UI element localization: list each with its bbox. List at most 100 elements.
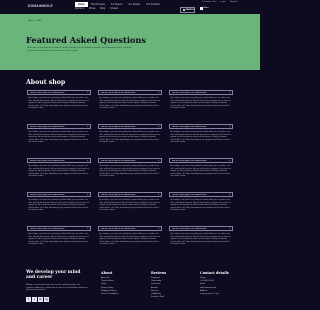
hamburger-icon [200, 7, 203, 10]
subnav-item-blog[interactable]: Blog [100, 8, 105, 10]
faq-answer: By sending us an email, or by visiting t… [170, 97, 231, 110]
footer-description: Making a commitment to give you the fine… [26, 284, 88, 291]
facebook-icon[interactable]: f [26, 297, 31, 302]
faq-answer: By sending us an email, or by visiting t… [28, 97, 89, 110]
plus-icon: + [158, 125, 160, 128]
page-title: Featured Asked Questions [26, 35, 146, 45]
plus-icon: + [87, 159, 89, 162]
footer-column-title: Reviews [151, 271, 167, 275]
faq-answer: By sending us an email, or by visiting t… [99, 165, 160, 178]
footer-title: We develop your mind and career [26, 270, 81, 280]
faq-question: How do I buy a page of the website blank… [171, 159, 208, 162]
faq-question: How do I buy a page of the website blank… [100, 91, 137, 94]
faq-answer: By sending us an email, or by visiting t… [170, 131, 231, 144]
faq-answer: By sending us an email, or by visiting t… [28, 199, 89, 212]
faq-item: How do I buy a page of the website blank… [27, 124, 91, 158]
plus-icon: + [229, 91, 231, 94]
faq-question: How do I buy a page of the website blank… [29, 159, 66, 162]
nav-item-our-portfolio[interactable]: Our Portfolio [143, 2, 162, 7]
faq-item: How do I buy a page of the website blank… [27, 226, 91, 260]
faq-item: How do I buy a page of the website blank… [98, 124, 162, 158]
faq-answer: By sending us an email, or by visiting t… [170, 165, 231, 178]
faq-question: How do I buy a page of the website blank… [171, 91, 208, 94]
faq-question: How do I buy a page of the website blank… [29, 91, 66, 94]
plus-icon: + [229, 227, 231, 230]
faq-answer: By sending us an email, or by visiting t… [28, 165, 89, 178]
plus-icon: + [229, 193, 231, 196]
plus-icon: + [229, 159, 231, 162]
faq-item: How do I buy a page of the website blank… [169, 124, 233, 158]
plus-icon: + [87, 193, 89, 196]
site-footer: We develop your mind and career Making a… [0, 262, 260, 310]
hero-banner: Home / FAQ Featured Asked Questions Maec… [0, 14, 260, 70]
nav-item-home[interactable]: Home [75, 2, 88, 7]
site-logo[interactable]: DOMAINMOLE [28, 4, 53, 8]
faq-answer: By sending us an email, or by visiting t… [99, 199, 160, 212]
plus-icon: + [87, 91, 89, 94]
main-nav: Home The Domains For Buyers For Sellers … [75, 2, 163, 7]
social-links: f t in ig [26, 297, 49, 302]
footer-link[interactable]: Faculty & Staff [151, 296, 166, 299]
plus-icon: + [158, 193, 160, 196]
subnav-item-contact[interactable]: Contact [110, 8, 118, 10]
faq-item: How do I buy a page of the website blank… [27, 192, 91, 226]
register-link[interactable]: Register [230, 1, 238, 3]
twitter-icon[interactable]: t [32, 297, 37, 302]
faq-item: How do I buy a page of the website blank… [169, 226, 233, 260]
nav-item-the-domains[interactable]: The Domains [88, 2, 108, 7]
search-button[interactable]: SEARCH [180, 7, 195, 13]
faq-item: How do I buy a page of the website blank… [27, 90, 91, 124]
faq-answer: By sending us an email, or by visiting t… [99, 97, 160, 110]
nav-item-for-sellers[interactable]: For Sellers [126, 2, 144, 7]
menu-button[interactable]: Menu [200, 7, 209, 10]
faq-item: How do I buy a page of the website blank… [169, 90, 233, 124]
footer-column-contact: Contact details Phone +00 0000 00 00 Ema… [200, 271, 229, 296]
footer-column-title: Contact details [200, 271, 229, 275]
footer-column-reviews: Reviews Programs Community Resources Awa… [151, 271, 166, 299]
footer-column-title: About [101, 271, 113, 275]
faq-section-title: About shop [26, 79, 66, 86]
breadcrumb: Home / FAQ [28, 20, 41, 22]
faq-question: How do I buy a page of the website blank… [29, 125, 66, 128]
plus-icon: + [87, 125, 89, 128]
instagram-icon[interactable]: ig [44, 297, 49, 302]
customer-area-link[interactable]: Customer area [202, 1, 216, 3]
footer-link[interactable]: Terms & Conditions [101, 293, 118, 296]
faq-item: How do I buy a page of the website blank… [169, 158, 233, 192]
plus-icon: + [158, 159, 160, 162]
faq-item: How do I buy a page of the website blank… [98, 192, 162, 226]
faq-answer: By sending us an email, or by visiting t… [99, 233, 160, 246]
search-label: SEARCH [185, 9, 195, 11]
faq-item: How do I buy a page of the website blank… [27, 158, 91, 192]
faq-question: How do I buy a page of the website blank… [29, 227, 66, 230]
footer-address: Lorem ipsum 12, city [200, 293, 219, 296]
faq-question: How do I buy a page of the website blank… [100, 193, 137, 196]
nav-item-for-buyers[interactable]: For Buyers [108, 2, 126, 7]
faq-item: How do I buy a page of the website blank… [98, 158, 162, 192]
faq-grid: How do I buy a page of the website blank… [27, 90, 233, 260]
faq-question: How do I buy a page of the website blank… [100, 159, 137, 162]
site-header: DOMAINMOLE Home The Domains For Buyers F… [0, 0, 260, 14]
faq-answer: By sending us an email, or by visiting t… [170, 233, 231, 246]
faq-question: How do I buy a page of the website blank… [100, 125, 137, 128]
faq-answer: By sending us an email, or by visiting t… [99, 131, 160, 144]
subnav-item-about[interactable]: About us [75, 8, 84, 10]
breadcrumb-separator: / [35, 20, 36, 22]
linkedin-icon[interactable]: in [38, 297, 43, 302]
breadcrumb-current: FAQ [37, 20, 42, 22]
faq-answer: By sending us an email, or by visiting t… [28, 131, 89, 144]
faq-item: How do I buy a page of the website blank… [98, 90, 162, 124]
faq-question: How do I buy a page of the website blank… [171, 227, 208, 230]
faq-answer: By sending us an email, or by visiting t… [170, 199, 231, 212]
plus-icon: + [158, 227, 160, 230]
faq-question: How do I buy a page of the website blank… [171, 193, 208, 196]
plus-icon: + [158, 91, 160, 94]
login-link[interactable]: Login [220, 1, 225, 3]
breadcrumb-home[interactable]: Home [28, 20, 34, 22]
faq-question: How do I buy a page of the website blank… [171, 125, 208, 128]
subnav-item-prices[interactable]: Prices [89, 8, 95, 10]
menu-label: Menu [203, 7, 209, 10]
plus-icon: + [229, 125, 231, 128]
faq-item: How do I buy a page of the website blank… [169, 192, 233, 226]
faq-question: How do I buy a page of the website blank… [100, 227, 137, 230]
